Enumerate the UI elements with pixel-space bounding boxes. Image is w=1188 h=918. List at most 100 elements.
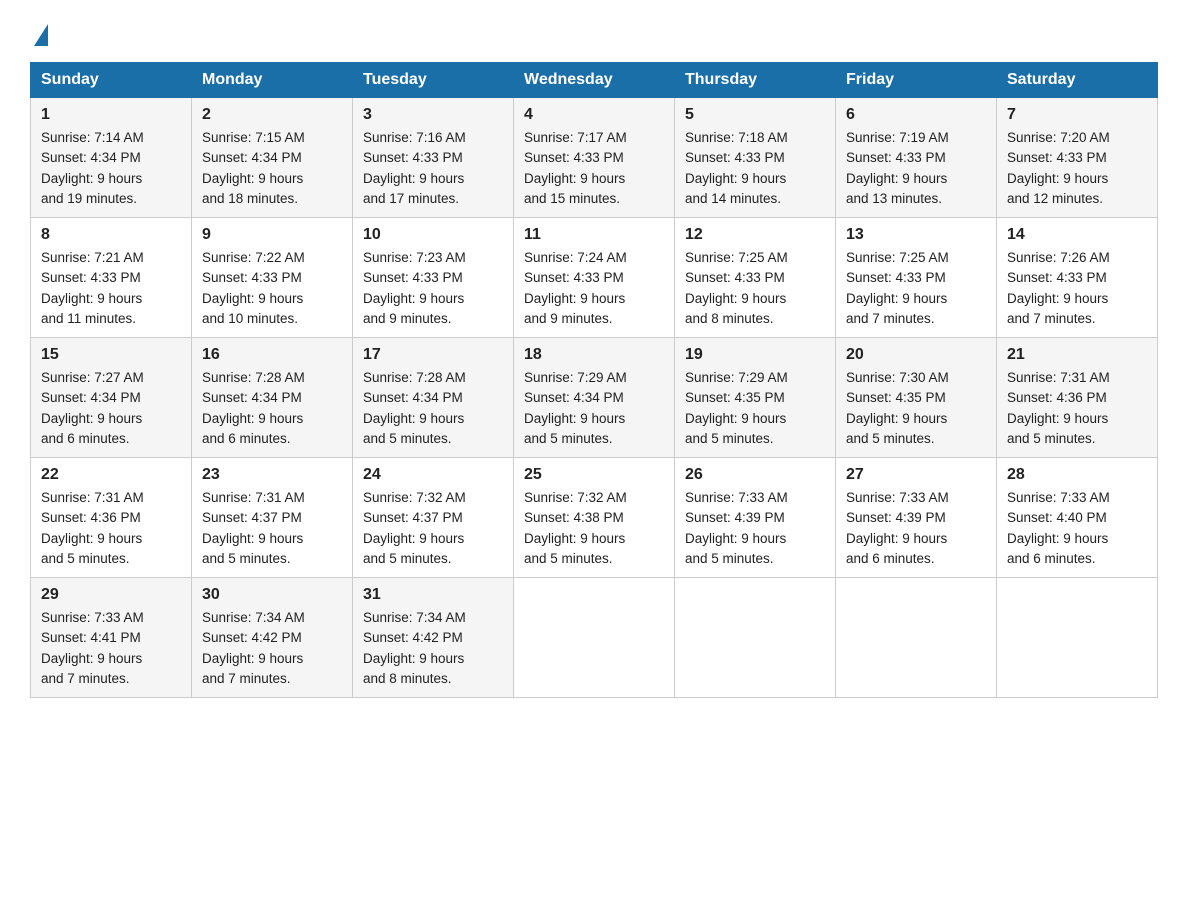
- calendar-week-row: 1 Sunrise: 7:14 AMSunset: 4:34 PMDayligh…: [31, 98, 1158, 218]
- calendar-table: SundayMondayTuesdayWednesdayThursdayFrid…: [30, 62, 1158, 698]
- day-number: 4: [524, 106, 664, 124]
- day-number: 27: [846, 466, 986, 484]
- calendar-cell: 27 Sunrise: 7:33 AMSunset: 4:39 PMDaylig…: [836, 458, 997, 578]
- day-header-wednesday: Wednesday: [514, 63, 675, 98]
- day-info: Sunrise: 7:32 AMSunset: 4:37 PMDaylight:…: [363, 490, 466, 566]
- day-info: Sunrise: 7:22 AMSunset: 4:33 PMDaylight:…: [202, 250, 305, 326]
- day-number: 14: [1007, 226, 1147, 244]
- day-info: Sunrise: 7:14 AMSunset: 4:34 PMDaylight:…: [41, 130, 144, 206]
- calendar-cell: 20 Sunrise: 7:30 AMSunset: 4:35 PMDaylig…: [836, 338, 997, 458]
- calendar-cell: 13 Sunrise: 7:25 AMSunset: 4:33 PMDaylig…: [836, 218, 997, 338]
- calendar-cell: 15 Sunrise: 7:27 AMSunset: 4:34 PMDaylig…: [31, 338, 192, 458]
- day-number: 12: [685, 226, 825, 244]
- day-number: 13: [846, 226, 986, 244]
- calendar-cell: 18 Sunrise: 7:29 AMSunset: 4:34 PMDaylig…: [514, 338, 675, 458]
- calendar-cell: 4 Sunrise: 7:17 AMSunset: 4:33 PMDayligh…: [514, 98, 675, 218]
- day-number: 6: [846, 106, 986, 124]
- calendar-cell: [997, 578, 1158, 698]
- calendar-cell: 25 Sunrise: 7:32 AMSunset: 4:38 PMDaylig…: [514, 458, 675, 578]
- day-info: Sunrise: 7:27 AMSunset: 4:34 PMDaylight:…: [41, 370, 144, 446]
- day-info: Sunrise: 7:29 AMSunset: 4:35 PMDaylight:…: [685, 370, 788, 446]
- calendar-cell: 2 Sunrise: 7:15 AMSunset: 4:34 PMDayligh…: [192, 98, 353, 218]
- calendar-cell: 9 Sunrise: 7:22 AMSunset: 4:33 PMDayligh…: [192, 218, 353, 338]
- calendar-cell: 10 Sunrise: 7:23 AMSunset: 4:33 PMDaylig…: [353, 218, 514, 338]
- day-info: Sunrise: 7:29 AMSunset: 4:34 PMDaylight:…: [524, 370, 627, 446]
- day-number: 28: [1007, 466, 1147, 484]
- day-header-tuesday: Tuesday: [353, 63, 514, 98]
- day-number: 20: [846, 346, 986, 364]
- day-info: Sunrise: 7:31 AMSunset: 4:36 PMDaylight:…: [41, 490, 144, 566]
- day-info: Sunrise: 7:15 AMSunset: 4:34 PMDaylight:…: [202, 130, 305, 206]
- page-header: [30, 20, 1158, 42]
- day-info: Sunrise: 7:26 AMSunset: 4:33 PMDaylight:…: [1007, 250, 1110, 326]
- day-info: Sunrise: 7:30 AMSunset: 4:35 PMDaylight:…: [846, 370, 949, 446]
- day-number: 17: [363, 346, 503, 364]
- calendar-week-row: 29 Sunrise: 7:33 AMSunset: 4:41 PMDaylig…: [31, 578, 1158, 698]
- day-header-friday: Friday: [836, 63, 997, 98]
- day-header-monday: Monday: [192, 63, 353, 98]
- calendar-cell: 11 Sunrise: 7:24 AMSunset: 4:33 PMDaylig…: [514, 218, 675, 338]
- day-number: 16: [202, 346, 342, 364]
- calendar-cell: 23 Sunrise: 7:31 AMSunset: 4:37 PMDaylig…: [192, 458, 353, 578]
- calendar-cell: [675, 578, 836, 698]
- day-number: 29: [41, 586, 181, 604]
- day-info: Sunrise: 7:34 AMSunset: 4:42 PMDaylight:…: [363, 610, 466, 686]
- logo-triangle-icon: [34, 24, 48, 46]
- day-info: Sunrise: 7:19 AMSunset: 4:33 PMDaylight:…: [846, 130, 949, 206]
- calendar-week-row: 15 Sunrise: 7:27 AMSunset: 4:34 PMDaylig…: [31, 338, 1158, 458]
- day-number: 23: [202, 466, 342, 484]
- calendar-cell: 22 Sunrise: 7:31 AMSunset: 4:36 PMDaylig…: [31, 458, 192, 578]
- calendar-cell: 14 Sunrise: 7:26 AMSunset: 4:33 PMDaylig…: [997, 218, 1158, 338]
- day-info: Sunrise: 7:31 AMSunset: 4:37 PMDaylight:…: [202, 490, 305, 566]
- calendar-body: 1 Sunrise: 7:14 AMSunset: 4:34 PMDayligh…: [31, 98, 1158, 698]
- day-info: Sunrise: 7:21 AMSunset: 4:33 PMDaylight:…: [41, 250, 144, 326]
- day-info: Sunrise: 7:25 AMSunset: 4:33 PMDaylight:…: [846, 250, 949, 326]
- day-number: 2: [202, 106, 342, 124]
- day-info: Sunrise: 7:25 AMSunset: 4:33 PMDaylight:…: [685, 250, 788, 326]
- logo: [30, 20, 48, 42]
- day-info: Sunrise: 7:33 AMSunset: 4:39 PMDaylight:…: [846, 490, 949, 566]
- calendar-cell: 28 Sunrise: 7:33 AMSunset: 4:40 PMDaylig…: [997, 458, 1158, 578]
- calendar-cell: 16 Sunrise: 7:28 AMSunset: 4:34 PMDaylig…: [192, 338, 353, 458]
- calendar-cell: 19 Sunrise: 7:29 AMSunset: 4:35 PMDaylig…: [675, 338, 836, 458]
- day-number: 3: [363, 106, 503, 124]
- day-info: Sunrise: 7:33 AMSunset: 4:41 PMDaylight:…: [41, 610, 144, 686]
- day-info: Sunrise: 7:34 AMSunset: 4:42 PMDaylight:…: [202, 610, 305, 686]
- calendar-cell: 3 Sunrise: 7:16 AMSunset: 4:33 PMDayligh…: [353, 98, 514, 218]
- day-number: 9: [202, 226, 342, 244]
- calendar-cell: 5 Sunrise: 7:18 AMSunset: 4:33 PMDayligh…: [675, 98, 836, 218]
- calendar-cell: 29 Sunrise: 7:33 AMSunset: 4:41 PMDaylig…: [31, 578, 192, 698]
- day-number: 30: [202, 586, 342, 604]
- calendar-cell: 30 Sunrise: 7:34 AMSunset: 4:42 PMDaylig…: [192, 578, 353, 698]
- day-number: 26: [685, 466, 825, 484]
- day-number: 25: [524, 466, 664, 484]
- day-info: Sunrise: 7:33 AMSunset: 4:40 PMDaylight:…: [1007, 490, 1110, 566]
- day-number: 15: [41, 346, 181, 364]
- calendar-cell: [514, 578, 675, 698]
- day-info: Sunrise: 7:16 AMSunset: 4:33 PMDaylight:…: [363, 130, 466, 206]
- day-number: 24: [363, 466, 503, 484]
- day-number: 5: [685, 106, 825, 124]
- day-info: Sunrise: 7:17 AMSunset: 4:33 PMDaylight:…: [524, 130, 627, 206]
- day-info: Sunrise: 7:20 AMSunset: 4:33 PMDaylight:…: [1007, 130, 1110, 206]
- day-info: Sunrise: 7:28 AMSunset: 4:34 PMDaylight:…: [202, 370, 305, 446]
- calendar-cell: 24 Sunrise: 7:32 AMSunset: 4:37 PMDaylig…: [353, 458, 514, 578]
- calendar-cell: 8 Sunrise: 7:21 AMSunset: 4:33 PMDayligh…: [31, 218, 192, 338]
- calendar-cell: 1 Sunrise: 7:14 AMSunset: 4:34 PMDayligh…: [31, 98, 192, 218]
- day-info: Sunrise: 7:24 AMSunset: 4:33 PMDaylight:…: [524, 250, 627, 326]
- calendar-cell: 7 Sunrise: 7:20 AMSunset: 4:33 PMDayligh…: [997, 98, 1158, 218]
- day-info: Sunrise: 7:31 AMSunset: 4:36 PMDaylight:…: [1007, 370, 1110, 446]
- day-number: 11: [524, 226, 664, 244]
- day-number: 8: [41, 226, 181, 244]
- day-header-thursday: Thursday: [675, 63, 836, 98]
- calendar-cell: 6 Sunrise: 7:19 AMSunset: 4:33 PMDayligh…: [836, 98, 997, 218]
- day-number: 31: [363, 586, 503, 604]
- calendar-cell: 31 Sunrise: 7:34 AMSunset: 4:42 PMDaylig…: [353, 578, 514, 698]
- day-info: Sunrise: 7:18 AMSunset: 4:33 PMDaylight:…: [685, 130, 788, 206]
- calendar-cell: 26 Sunrise: 7:33 AMSunset: 4:39 PMDaylig…: [675, 458, 836, 578]
- calendar-cell: 21 Sunrise: 7:31 AMSunset: 4:36 PMDaylig…: [997, 338, 1158, 458]
- day-number: 7: [1007, 106, 1147, 124]
- day-number: 10: [363, 226, 503, 244]
- day-number: 21: [1007, 346, 1147, 364]
- calendar-week-row: 8 Sunrise: 7:21 AMSunset: 4:33 PMDayligh…: [31, 218, 1158, 338]
